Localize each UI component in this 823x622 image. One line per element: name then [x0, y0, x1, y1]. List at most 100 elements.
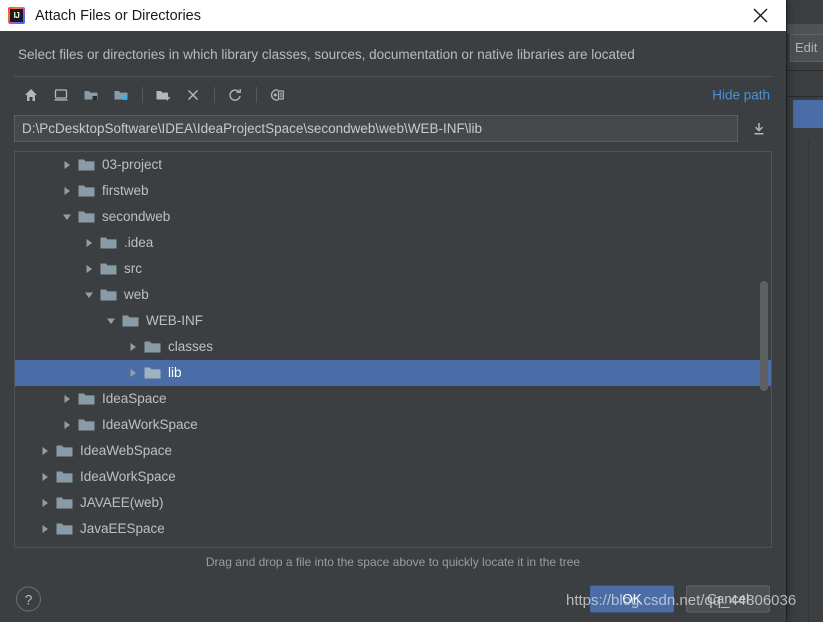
project-folder-icon[interactable]: [78, 82, 104, 108]
chevron-right-icon[interactable]: [125, 339, 141, 355]
folder-icon: [56, 444, 73, 458]
toolbar-separator: [214, 87, 215, 103]
dialog-titlebar: IJ Attach Files or Directories: [0, 0, 786, 31]
background-separator: [786, 70, 823, 71]
background-selected-row[interactable]: [793, 100, 823, 128]
tree-node-javaee-web-[interactable]: JAVAEE(web): [15, 490, 771, 516]
tree-node-label: classes: [168, 339, 214, 354]
help-button[interactable]: ?: [16, 586, 41, 612]
background-separator: [786, 96, 823, 97]
folder-icon: [78, 184, 95, 198]
background-right-panel: [786, 0, 823, 622]
dialog-footer: ? OK Cancel: [0, 576, 786, 622]
folder-icon: [56, 470, 73, 484]
drag-drop-hint: Drag and drop a file into the space abov…: [205, 555, 581, 569]
tree-node-label: Myeclipse: [80, 542, 140, 547]
chevron-right-icon[interactable]: [59, 183, 75, 199]
toolbar-separator: [256, 87, 257, 103]
background-panel-divider: [808, 140, 809, 622]
folder-icon: [100, 236, 117, 250]
tree-node-secondweb[interactable]: secondweb: [15, 204, 771, 230]
folder-icon: [100, 288, 117, 302]
folder-icon: [78, 418, 95, 432]
chevron-down-icon[interactable]: [81, 287, 97, 303]
directory-tree[interactable]: 03-project firstweb secondweb .idea src web WE…: [15, 152, 771, 547]
chevron-down-icon[interactable]: [103, 313, 119, 329]
tree-node-label: IdeaSpace: [102, 391, 167, 406]
toolbar-separator: [142, 87, 143, 103]
path-input[interactable]: [14, 115, 738, 142]
folder-icon: [56, 522, 73, 536]
hide-path-link[interactable]: Hide path: [712, 88, 770, 103]
show-hidden-files-icon[interactable]: [264, 82, 290, 108]
tree-node-label: firstweb: [102, 183, 149, 198]
file-chooser-toolbar: Hide path: [0, 77, 786, 113]
dialog-action-buttons: OK Cancel: [590, 585, 770, 613]
tree-node-ideaworkspace[interactable]: IdeaWorkSpace: [15, 412, 771, 438]
dialog-subtitle: Select files or directories in which lib…: [18, 47, 635, 62]
tree-node-label: IdeaWorkSpace: [102, 417, 198, 432]
close-icon[interactable]: [746, 2, 774, 30]
chevron-right-icon[interactable]: [81, 235, 97, 251]
folder-icon: [78, 158, 95, 172]
tree-scrollbar[interactable]: [760, 155, 768, 544]
dialog-title: Attach Files or Directories: [35, 7, 201, 24]
tree-node-label: IdeaWebSpace: [80, 443, 173, 458]
chevron-right-icon[interactable]: [37, 469, 53, 485]
ok-button[interactable]: OK: [590, 585, 674, 613]
chevron-right-icon[interactable]: [59, 157, 75, 173]
folder-icon: [144, 340, 161, 354]
directory-tree-panel: 03-project firstweb secondweb .idea src web WE…: [14, 151, 772, 548]
tree-node-lib[interactable]: lib: [15, 360, 771, 386]
tree-node-ideaspace[interactable]: IdeaSpace: [15, 386, 771, 412]
tree-node-03-project[interactable]: 03-project: [15, 152, 771, 178]
tree-node--idea[interactable]: .idea: [15, 230, 771, 256]
folder-icon: [122, 314, 139, 328]
desktop-icon[interactable]: [48, 82, 74, 108]
delete-icon[interactable]: [180, 82, 206, 108]
path-row: [0, 113, 786, 148]
chevron-down-icon[interactable]: [59, 209, 75, 225]
chevron-right-icon[interactable]: [81, 261, 97, 277]
tree-node-firstweb[interactable]: firstweb: [15, 178, 771, 204]
tree-node-label: 03-project: [102, 157, 163, 172]
tree-node-label: web: [124, 287, 149, 302]
folder-icon: [100, 262, 117, 276]
tree-node-label: IdeaWorkSpace: [80, 469, 176, 484]
tree-node-label: src: [124, 261, 142, 276]
chevron-right-icon[interactable]: [59, 417, 75, 433]
tree-node-label: JavaEESpace: [80, 521, 165, 536]
new-folder-icon[interactable]: [150, 82, 176, 108]
tree-node-myeclipse[interactable]: Myeclipse: [15, 542, 771, 547]
folder-icon: [78, 210, 95, 224]
background-window-edge: [786, 0, 787, 622]
refresh-icon[interactable]: [222, 82, 248, 108]
chevron-right-icon[interactable]: [37, 495, 53, 511]
chevron-right-icon[interactable]: [59, 391, 75, 407]
attach-files-dialog: IJ Attach Files or Directories Select fi…: [0, 0, 786, 622]
tree-node-label: WEB-INF: [146, 313, 203, 328]
chevron-right-icon[interactable]: [37, 443, 53, 459]
background-panel-toolbar: [786, 24, 823, 34]
module-folder-icon[interactable]: [108, 82, 134, 108]
tree-node-label: secondweb: [102, 209, 171, 224]
tree-node-label: lib: [168, 365, 182, 380]
tree-scrollbar-thumb[interactable]: [760, 281, 768, 391]
tree-node-ideawebspace[interactable]: IdeaWebSpace: [15, 438, 771, 464]
tree-node-web[interactable]: web: [15, 282, 771, 308]
collapse-to-line-icon[interactable]: [746, 116, 772, 142]
cancel-button[interactable]: Cancel: [686, 585, 770, 613]
folder-icon: [56, 496, 73, 510]
tree-node-label: JAVAEE(web): [80, 495, 164, 510]
tree-node-ideaworkspace[interactable]: IdeaWorkSpace: [15, 464, 771, 490]
folder-icon: [144, 366, 161, 380]
folder-icon: [78, 392, 95, 406]
tree-node-javaeespace[interactable]: JavaEESpace: [15, 516, 771, 542]
chevron-right-icon[interactable]: [37, 521, 53, 537]
tree-node-web-inf[interactable]: WEB-INF: [15, 308, 771, 334]
chevron-right-icon[interactable]: [125, 365, 141, 381]
home-icon[interactable]: [18, 82, 44, 108]
tree-node-classes[interactable]: classes: [15, 334, 771, 360]
background-edit-button[interactable]: Edit: [790, 34, 823, 62]
tree-node-src[interactable]: src: [15, 256, 771, 282]
